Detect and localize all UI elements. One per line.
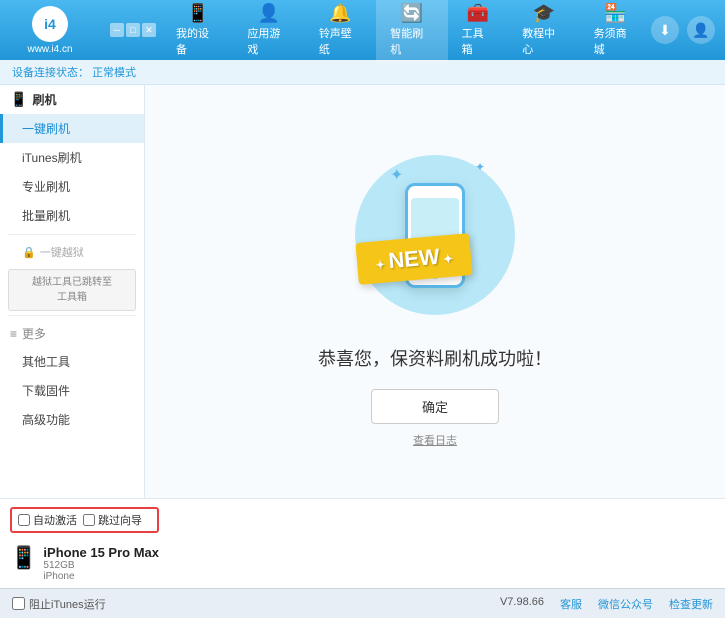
itunes-check-checkbox[interactable] bbox=[12, 597, 25, 610]
logo-area: i4 www.i4.cn bbox=[10, 6, 90, 55]
ringtone-icon: 🔔 bbox=[329, 4, 351, 22]
account-button[interactable]: 👤 bbox=[687, 16, 715, 44]
sidebar-item-download-fw[interactable]: 下载固件 bbox=[0, 376, 144, 405]
app-header: i4 www.i4.cn ─ □ ✕ 📱 我的设备 👤 应用游戏 🔔 铃声壁纸 … bbox=[0, 0, 725, 60]
minimize-button[interactable]: ─ bbox=[110, 23, 124, 37]
device-storage: 512GB bbox=[43, 560, 159, 571]
sidebar-item-itunes-flash[interactable]: iTunes刷机 bbox=[0, 143, 144, 172]
main-layout: 📱 刷机 一键刷机 iTunes刷机 专业刷机 批量刷机 🔒 一键越狱 越狱工具… bbox=[0, 85, 725, 498]
lock-icon: 🔒 bbox=[22, 246, 36, 259]
version-text: V7.98.66 bbox=[500, 596, 544, 612]
nav-ringtone[interactable]: 🔔 铃声壁纸 bbox=[305, 0, 376, 63]
main-nav: 📱 我的设备 👤 应用游戏 🔔 铃声壁纸 🔄 智能刷机 🧰 工具箱 🎓 教程中心… bbox=[162, 0, 651, 63]
check-update-link[interactable]: 检查更新 bbox=[669, 596, 713, 612]
auto-options-group: 自动激活 跳过向导 bbox=[10, 507, 159, 533]
status-bar: 阻止iTunes运行 V7.98.66 客服 微信公众号 检查更新 bbox=[0, 588, 725, 618]
app-icon: 👤 bbox=[258, 4, 280, 22]
device-icon: 📱 bbox=[186, 4, 208, 22]
main-content: NEW ✦ ✦ 恭喜您，保资料刷机成功啦！ 确定 查看日志 bbox=[145, 85, 725, 498]
maximize-button[interactable]: □ bbox=[126, 23, 140, 37]
confirm-button[interactable]: 确定 bbox=[371, 389, 499, 424]
device-phone-icon: 📱 bbox=[10, 545, 37, 571]
view-log-link[interactable]: 查看日志 bbox=[413, 432, 457, 448]
window-controls: ─ □ ✕ bbox=[110, 23, 156, 37]
sidebar-disabled-jailbreak: 🔒 一键越狱 bbox=[0, 239, 144, 265]
auto-guide-checkbox[interactable] bbox=[83, 514, 95, 526]
sidebar-item-pro-flash[interactable]: 专业刷机 bbox=[0, 172, 144, 201]
sidebar-item-one-key-flash[interactable]: 一键刷机 bbox=[0, 114, 144, 143]
auto-activate-option[interactable]: 自动激活 bbox=[18, 512, 77, 528]
itunes-check[interactable]: 阻止iTunes运行 bbox=[12, 596, 106, 612]
device-details: iPhone 15 Pro Max 512GB iPhone bbox=[43, 545, 159, 582]
bottom-device-bar: 自动激活 跳过向导 📱 iPhone 15 Pro Max 512GB iPho… bbox=[0, 498, 725, 588]
wechat-link[interactable]: 微信公众号 bbox=[598, 596, 653, 612]
flash-section-icon: 📱 bbox=[10, 91, 27, 108]
service-icon: 🏪 bbox=[604, 4, 626, 22]
logo-icon: i4 bbox=[32, 6, 68, 42]
auto-activate-checkbox[interactable] bbox=[18, 514, 30, 526]
sidebar: 📱 刷机 一键刷机 iTunes刷机 专业刷机 批量刷机 🔒 一键越狱 越狱工具… bbox=[0, 85, 145, 498]
breadcrumb: 设备连接状态： 正常模式 bbox=[0, 60, 725, 85]
sidebar-item-advanced[interactable]: 高级功能 bbox=[0, 405, 144, 434]
flash-icon: 🔄 bbox=[401, 4, 423, 22]
device-info: 📱 iPhone 15 Pro Max 512GB iPhone bbox=[10, 545, 159, 582]
device-name: iPhone 15 Pro Max bbox=[43, 545, 159, 560]
nav-app-games[interactable]: 👤 应用游戏 bbox=[233, 0, 304, 63]
notice-box: 越狱工具已跳转至 工具箱 bbox=[8, 269, 136, 311]
device-type: iPhone bbox=[43, 571, 159, 582]
sidebar-divider-1 bbox=[8, 234, 136, 235]
status-right: V7.98.66 客服 微信公众号 检查更新 bbox=[500, 596, 713, 612]
toolbox-icon: 🧰 bbox=[467, 4, 489, 22]
sidebar-section-more: ≡ 更多 bbox=[0, 320, 144, 347]
sidebar-divider-2 bbox=[8, 315, 136, 316]
sidebar-item-other-tools[interactable]: 其他工具 bbox=[0, 347, 144, 376]
sidebar-item-batch-flash[interactable]: 批量刷机 bbox=[0, 201, 144, 230]
nav-tutorial[interactable]: 🎓 教程中心 bbox=[508, 0, 579, 63]
nav-service[interactable]: 🏪 务须商城 bbox=[580, 0, 651, 63]
status-left: 阻止iTunes运行 bbox=[12, 596, 106, 612]
header-right: ⬇ 👤 bbox=[651, 16, 715, 44]
auto-guide-option[interactable]: 跳过向导 bbox=[83, 512, 142, 528]
nav-smart-flash[interactable]: 🔄 智能刷机 bbox=[376, 0, 447, 63]
sparkle-2: ✦ bbox=[475, 160, 485, 174]
more-section-icon: ≡ bbox=[10, 327, 17, 341]
success-message: 恭喜您，保资料刷机成功啦！ bbox=[318, 345, 552, 371]
sparkle-1: ✦ bbox=[390, 165, 403, 185]
nav-my-device[interactable]: 📱 我的设备 bbox=[162, 0, 233, 63]
customer-service-link[interactable]: 客服 bbox=[560, 596, 582, 612]
sidebar-section-flash: 📱 刷机 bbox=[0, 85, 144, 114]
nav-toolbox[interactable]: 🧰 工具箱 bbox=[448, 0, 509, 63]
tutorial-icon: 🎓 bbox=[533, 4, 555, 22]
logo-url: www.i4.cn bbox=[27, 44, 72, 55]
close-button[interactable]: ✕ bbox=[142, 23, 156, 37]
download-button[interactable]: ⬇ bbox=[651, 16, 679, 44]
success-illustration: NEW ✦ ✦ bbox=[335, 135, 535, 335]
